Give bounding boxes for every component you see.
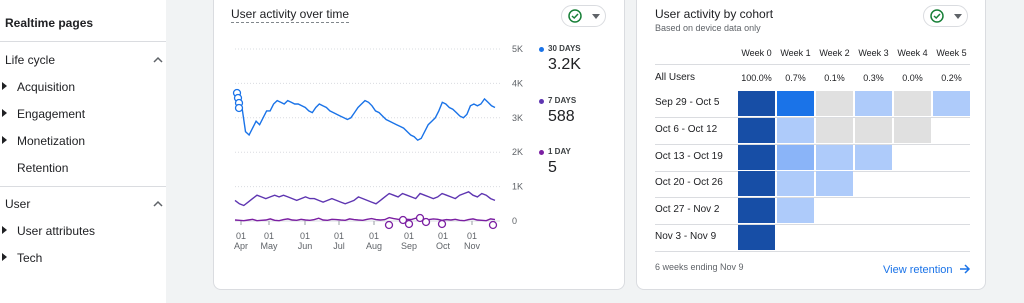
cohort-row-label: Nov 3 - Nov 9	[655, 231, 717, 242]
sidebar-item-label: User attributes	[17, 224, 96, 238]
check-circle-icon	[930, 9, 944, 23]
cohort-row-label: Oct 13 - Oct 19	[655, 151, 723, 162]
all-users-value: 0.2%	[941, 73, 962, 83]
section-life-cycle[interactable]: Life cycle	[5, 53, 55, 67]
cohort-cell	[738, 118, 775, 143]
cohort-subtitle: Based on device data only	[655, 23, 761, 33]
sidebar-item-acquisition[interactable]: Acquisition	[0, 77, 166, 97]
divider	[655, 64, 970, 65]
week-header: Week 1	[780, 48, 811, 58]
sidebar-item-engagement[interactable]: Engagement	[0, 104, 166, 124]
caret-right-icon	[2, 109, 7, 117]
dropdown-arrow-icon	[954, 14, 962, 19]
legend-label: 1 DAY	[548, 147, 571, 156]
sidebar-item-retention[interactable]: Retention	[0, 158, 166, 178]
activity-compare-dropdown[interactable]	[561, 5, 606, 27]
legend-value: 5	[548, 159, 557, 176]
legend-value: 588	[548, 108, 575, 125]
legend-dot	[539, 47, 544, 52]
cohort-footer: 6 weeks ending Nov 9	[655, 262, 744, 272]
legend-dot	[539, 99, 544, 104]
all-users-value: 0.7%	[785, 73, 806, 83]
sidebar-item-label: Acquisition	[17, 80, 76, 94]
all-users-label: All Users	[655, 72, 696, 83]
all-users-value: 0.0%	[902, 73, 923, 83]
legend-label: 30 DAYS	[548, 44, 581, 53]
sidebar-item-label: Monetization	[17, 134, 86, 148]
week-header: Week 0	[741, 48, 772, 58]
week-header: Week 3	[858, 48, 889, 58]
cohort-row-label: Oct 27 - Nov 2	[655, 204, 720, 215]
sidebar-item-label: Engagement	[17, 107, 86, 121]
cohort-row-label: Oct 6 - Oct 12	[655, 124, 718, 135]
week-header: Week 4	[897, 48, 928, 58]
cohort-cell	[738, 171, 775, 196]
cohort-cell	[738, 91, 775, 116]
all-users-value: 0.3%	[863, 73, 884, 83]
legend-value: 3.2K	[548, 56, 581, 73]
cohort-compare-dropdown[interactable]	[923, 5, 968, 27]
cohort-cell	[894, 118, 931, 143]
caret-right-icon	[2, 136, 7, 144]
all-users-value: 0.1%	[824, 73, 845, 83]
cohort-cell	[855, 91, 892, 116]
cohort-cell	[855, 145, 892, 170]
divider	[655, 251, 970, 252]
dropdown-arrow-icon	[592, 14, 600, 19]
sidebar-item-monetization[interactable]: Monetization	[0, 131, 166, 151]
week-header: Week 2	[819, 48, 850, 58]
cohort-cell	[738, 225, 775, 250]
caret-right-icon	[2, 82, 7, 90]
section-user[interactable]: User	[5, 197, 30, 211]
cohort-row-label: Sep 29 - Oct 5	[655, 97, 720, 108]
sidebar: Realtime pages Life cycle Acquisition En…	[0, 0, 166, 303]
sidebar-item-realtime-pages[interactable]: Realtime pages	[5, 16, 93, 30]
cohort-row-label: Oct 20 - Oct 26	[655, 177, 723, 188]
cohort-cell	[777, 198, 814, 223]
cohort-cell	[738, 145, 775, 170]
cohort-cell	[777, 171, 814, 196]
cohort-cell	[855, 118, 892, 143]
legend-dot	[539, 150, 544, 155]
divider	[0, 41, 166, 42]
cohort-cell	[816, 145, 853, 170]
cohort-cell	[816, 118, 853, 143]
view-retention-link[interactable]: View retention	[883, 264, 971, 276]
cohort-cell	[933, 91, 970, 116]
sidebar-item-label: Tech	[17, 251, 43, 265]
chevron-up-icon[interactable]	[153, 199, 163, 209]
sidebar-item-user-attributes[interactable]: User attributes	[0, 221, 166, 241]
cohort-cell	[777, 91, 814, 116]
divider	[655, 224, 970, 225]
sidebar-item-tech[interactable]: Tech	[0, 248, 166, 268]
cohort-cell	[777, 118, 814, 143]
caret-right-icon	[2, 253, 7, 261]
activity-title[interactable]: User activity over time	[231, 7, 350, 23]
cohort-cell	[816, 171, 853, 196]
sidebar-item-label: Retention	[17, 161, 69, 175]
cohort-cell	[816, 91, 853, 116]
cohort-cell	[894, 91, 931, 116]
arrow-right-icon	[959, 264, 970, 274]
cohort-title: User activity by cohort	[655, 7, 774, 21]
check-circle-icon	[568, 9, 582, 23]
caret-right-icon	[2, 226, 7, 234]
cohort-cell	[738, 198, 775, 223]
cohort-cell	[777, 145, 814, 170]
divider	[0, 186, 166, 187]
week-header: Week 5	[936, 48, 967, 58]
all-users-value: 100.0%	[741, 73, 772, 83]
chevron-up-icon[interactable]	[153, 55, 163, 65]
legend-label: 7 DAYS	[548, 96, 577, 105]
